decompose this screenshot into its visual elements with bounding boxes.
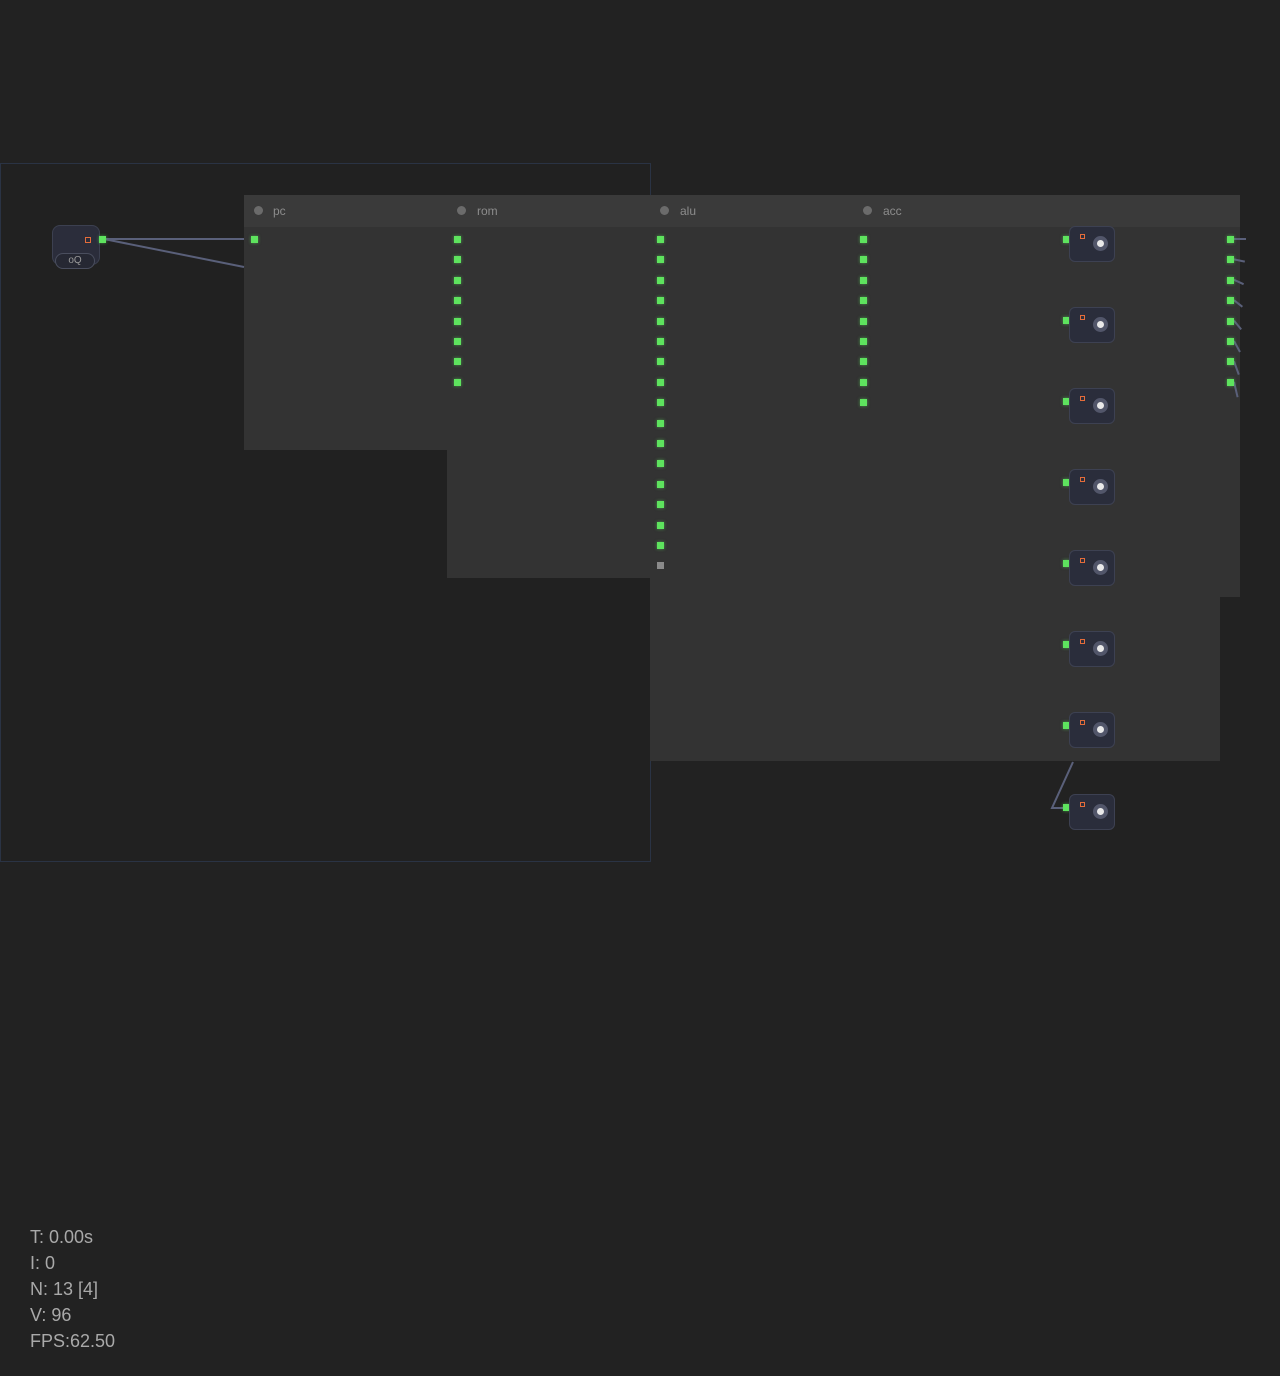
alu-port[interactable] <box>657 317 664 325</box>
bit-display-icon <box>1080 802 1085 807</box>
alu-port[interactable] <box>657 256 664 264</box>
rom-port[interactable] <box>454 297 461 305</box>
clock-output-port[interactable] <box>99 236 106 243</box>
alu-port[interactable] <box>657 338 664 345</box>
bit-indicator-icon <box>1093 398 1108 413</box>
alu-port[interactable] <box>657 399 664 407</box>
bus-output-port[interactable] <box>1227 358 1234 366</box>
circuit-canvas[interactable]: pc rom alu acc oQ T: 0.00s I: 0 N: 13 [4… <box>0 0 1280 1376</box>
bit-display-icon <box>1080 396 1085 401</box>
alu-port[interactable] <box>657 419 664 427</box>
module-title-acc: acc <box>883 204 902 218</box>
bit-display-node[interactable] <box>1069 469 1115 505</box>
pc-port[interactable] <box>251 236 258 243</box>
rom-status-dot <box>457 206 466 215</box>
bit-display-icon <box>1080 477 1085 482</box>
acc-port[interactable] <box>860 256 867 264</box>
bit-indicator-icon <box>1093 236 1108 251</box>
alu-port-inactive[interactable] <box>657 562 664 570</box>
alu-port[interactable] <box>657 358 664 366</box>
stat-nodes: N: 13 [4] <box>30 1279 99 1299</box>
bit-display-node[interactable] <box>1069 712 1115 748</box>
bus-output-port[interactable] <box>1227 378 1234 386</box>
acc-port[interactable] <box>860 338 867 345</box>
alu-port[interactable] <box>657 521 664 529</box>
stat-fps: FPS:62.50 <box>30 1331 116 1351</box>
alu-port[interactable] <box>657 480 664 488</box>
acc-port[interactable] <box>860 317 867 325</box>
bit-indicator-icon <box>1093 479 1108 494</box>
bit-display-node[interactable] <box>1069 794 1115 830</box>
clock-node-icon <box>85 237 91 243</box>
bit-indicator-icon <box>1093 804 1108 819</box>
stat-vertices: V: 96 <box>30 1305 72 1325</box>
module-title-rom: rom <box>477 204 498 218</box>
acc-port[interactable] <box>860 297 867 305</box>
alu-status-dot <box>660 206 669 215</box>
rom-port[interactable] <box>454 338 461 345</box>
alu-port[interactable] <box>657 460 664 468</box>
rom-port[interactable] <box>454 378 461 386</box>
bit-display-node[interactable] <box>1069 226 1115 262</box>
alu-port[interactable] <box>657 236 664 243</box>
pc-status-dot <box>254 206 263 215</box>
bit-display-icon <box>1080 234 1085 239</box>
acc-port[interactable] <box>860 276 867 284</box>
alu-port[interactable] <box>657 276 664 284</box>
rom-port[interactable] <box>454 236 461 243</box>
bit-display-node[interactable] <box>1069 388 1115 424</box>
bus-output-port[interactable] <box>1227 236 1234 243</box>
stat-iterations: I: 0 <box>30 1253 56 1273</box>
rom-port[interactable] <box>454 358 461 366</box>
bit-display-icon <box>1080 315 1085 320</box>
module-pc-body[interactable] <box>244 195 449 450</box>
module-title-pc: pc <box>273 204 286 218</box>
modules-header-strip <box>244 195 1240 227</box>
stats-overlay: T: 0.00s I: 0 N: 13 [4] V: 96 FPS:62.50 <box>30 1224 115 1354</box>
bit-display-node[interactable] <box>1069 550 1115 586</box>
bit-indicator-icon <box>1093 722 1108 737</box>
module-acc-body[interactable] <box>1218 195 1240 597</box>
module-rom-body[interactable] <box>447 195 652 578</box>
alu-port[interactable] <box>657 297 664 305</box>
module-alu-body[interactable] <box>650 195 1220 761</box>
alu-port[interactable] <box>657 440 664 447</box>
alu-port[interactable] <box>657 378 664 386</box>
bus-output-port[interactable] <box>1227 338 1234 345</box>
bit-display-node[interactable] <box>1069 307 1115 343</box>
bus-output-port[interactable] <box>1227 256 1234 264</box>
bus-output-port[interactable] <box>1227 276 1234 284</box>
alu-port[interactable] <box>657 542 664 549</box>
rom-port[interactable] <box>454 256 461 264</box>
rom-port[interactable] <box>454 276 461 284</box>
acc-port[interactable] <box>860 399 867 407</box>
bit-display-icon <box>1080 639 1085 644</box>
bit-indicator-icon <box>1093 317 1108 332</box>
alu-port[interactable] <box>657 501 664 509</box>
bit-display-icon <box>1080 558 1085 563</box>
rom-port[interactable] <box>454 317 461 325</box>
stat-time: T: 0.00s <box>30 1227 94 1247</box>
bit-display-node[interactable] <box>1069 631 1115 667</box>
acc-port[interactable] <box>860 358 867 366</box>
clock-label: oQ <box>55 253 95 269</box>
bit-indicator-icon <box>1093 560 1108 575</box>
acc-port[interactable] <box>860 236 867 243</box>
acc-status-dot <box>863 206 872 215</box>
module-title-alu: alu <box>680 204 697 218</box>
bus-output-port[interactable] <box>1227 317 1234 325</box>
bus-output-port[interactable] <box>1227 297 1234 305</box>
bit-display-icon <box>1080 720 1085 725</box>
acc-port[interactable] <box>860 378 867 386</box>
bit-indicator-icon <box>1093 641 1108 656</box>
